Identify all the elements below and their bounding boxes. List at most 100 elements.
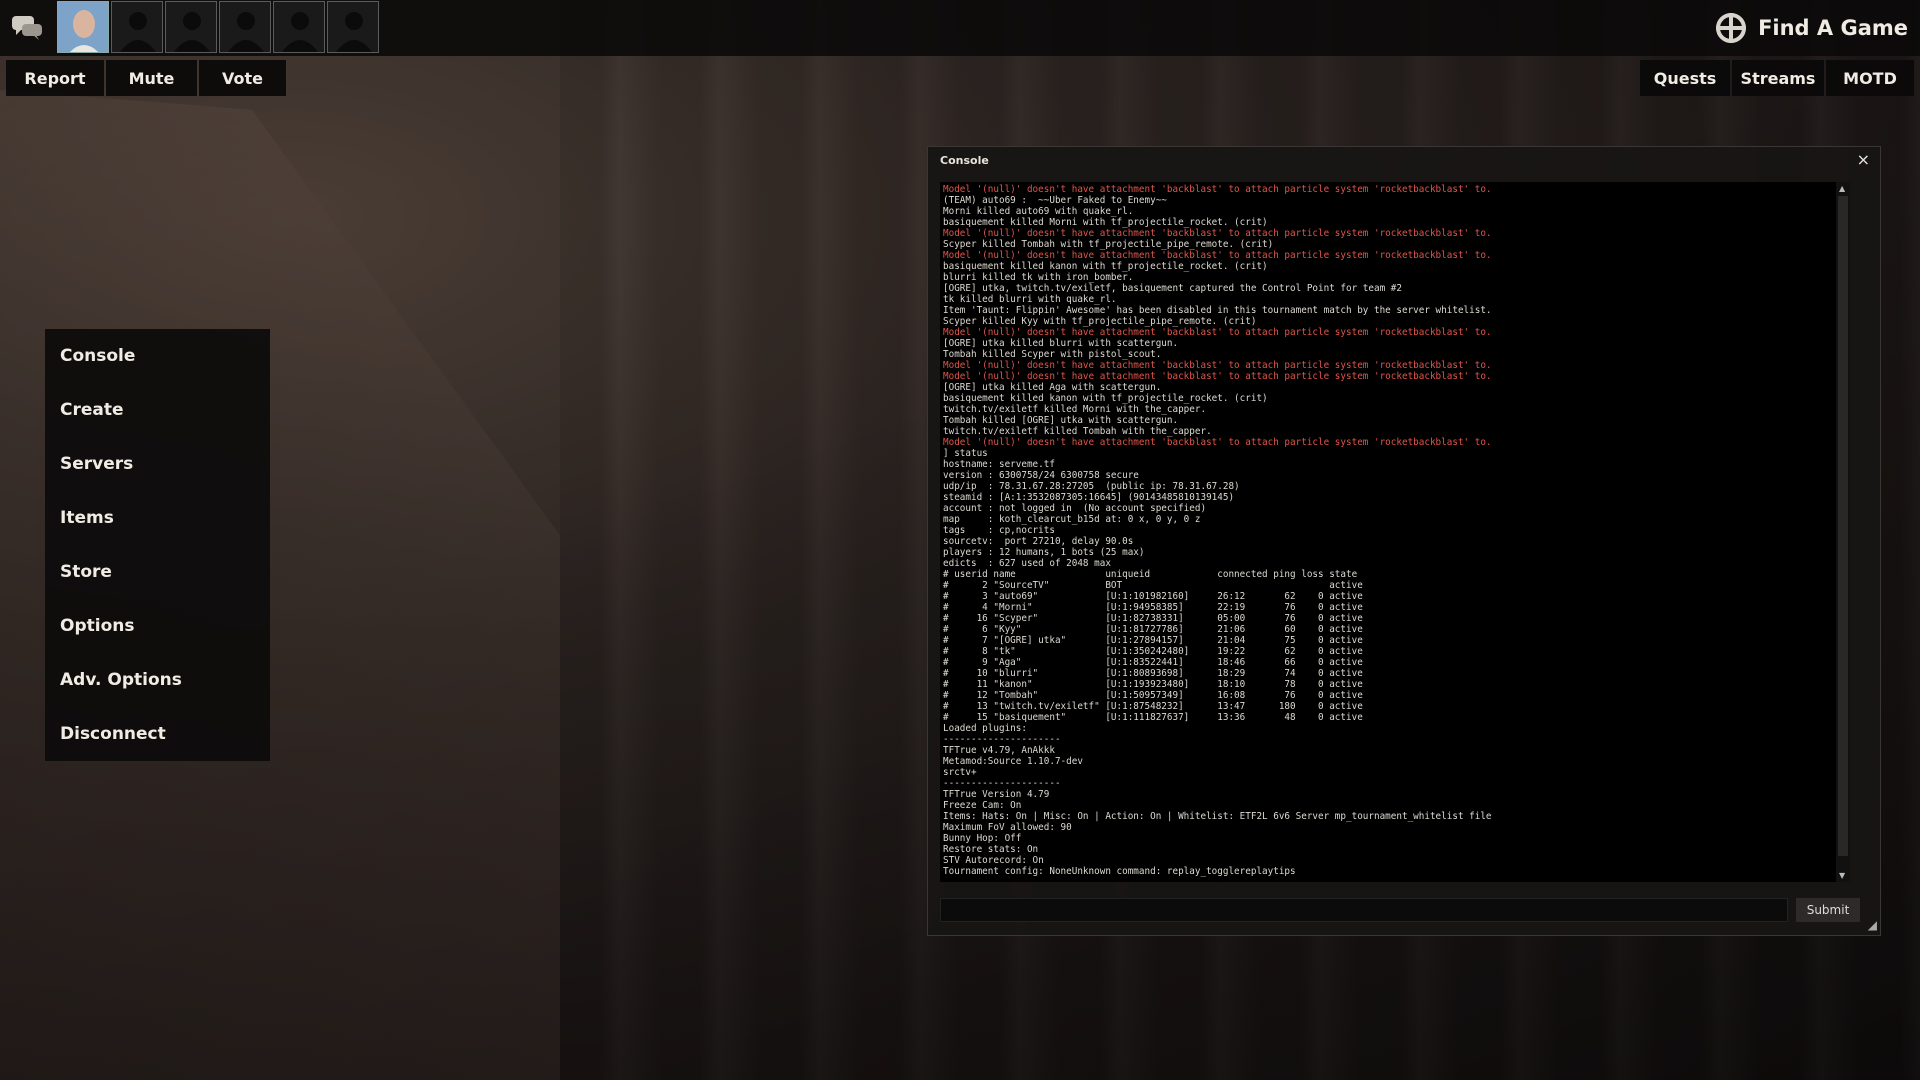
menu-item-console[interactable]: Console	[45, 329, 270, 383]
empty-party-slot-icon[interactable]	[111, 1, 163, 53]
console-command-input[interactable]	[940, 898, 1788, 922]
console-line: Items: Hats: On | Misc: On | Action: On …	[943, 811, 1492, 822]
console-line: Scyper killed Kyy with tf_projectile_pip…	[943, 316, 1257, 327]
console-line: Model '(null)' doesn't have attachment '…	[943, 360, 1492, 371]
console-line: twitch.tv/exiletf killed Tombah with the…	[943, 426, 1212, 437]
console-line: ---------------------	[943, 734, 1061, 745]
player-actions-bar: Report Mute Vote	[6, 60, 288, 96]
console-line: TFTrue v4.79, AnAkkk	[943, 745, 1055, 756]
console-line: basiquement killed Morni with tf_project…	[943, 217, 1268, 228]
console-line: Restore stats: On	[943, 844, 1039, 855]
console-line: [OGRE] utka, twitch.tv/exiletf, basiquem…	[943, 283, 1402, 294]
motd-button[interactable]: MOTD	[1826, 60, 1914, 96]
quests-button[interactable]: Quests	[1640, 60, 1730, 96]
main-menu: Console Create Servers Items Store Optio…	[45, 329, 270, 761]
info-bar: Quests Streams MOTD	[1640, 60, 1914, 96]
close-icon[interactable]: ×	[1857, 150, 1870, 169]
find-a-game-label: Find A Game	[1758, 16, 1908, 40]
console-line: ---------------------	[943, 778, 1061, 789]
scroll-down-icon[interactable]: ▼	[1839, 871, 1845, 880]
console-line: STV Autorecord: On	[943, 855, 1044, 866]
resize-grip-icon[interactable]: ◢	[1868, 918, 1877, 932]
console-scrollbar[interactable]: ▲ ▼	[1836, 182, 1850, 882]
console-line: # 7 "[OGRE] utka" [U:1:27894157] 21:04 7…	[943, 635, 1363, 646]
console-line: twitch.tv/exiletf killed Morni with the_…	[943, 404, 1207, 415]
console-line: Tournament config: NoneUnknown command: …	[943, 866, 1296, 877]
menu-item-store[interactable]: Store	[45, 545, 270, 599]
top-bar: Find A Game	[0, 0, 1920, 56]
console-line: account : not logged in (No account spec…	[943, 503, 1207, 514]
menu-item-options[interactable]: Options	[45, 599, 270, 653]
console-line: Maximum FoV allowed: 90	[943, 822, 1072, 833]
find-a-game-button[interactable]: Find A Game	[1716, 10, 1908, 46]
console-line: # 2 "SourceTV" BOT active	[943, 580, 1363, 591]
console-line: edicts : 627 used of 2048 max	[943, 558, 1111, 569]
console-line: tags : cp,nocrits	[943, 525, 1055, 536]
console-line: Bunny Hop: Off	[943, 833, 1022, 844]
console-line: # userid name uniqueid connected ping lo…	[943, 569, 1358, 580]
console-line: Model '(null)' doesn't have attachment '…	[943, 327, 1492, 338]
console-line: sourcetv: port 27210, delay 90.0s	[943, 536, 1134, 547]
menu-item-create[interactable]: Create	[45, 383, 270, 437]
console-line: Model '(null)' doesn't have attachment '…	[943, 228, 1492, 239]
console-line: (TEAM) auto69 : ~~Uber Faked to Enemy~~	[943, 195, 1167, 206]
scroll-up-icon[interactable]: ▲	[1839, 184, 1845, 193]
console-line: Item 'Taunt: Flippin' Awesome' has been …	[943, 305, 1492, 316]
console-line: version : 6300758/24 6300758 secure	[943, 470, 1139, 481]
menu-item-disconnect[interactable]: Disconnect	[45, 707, 270, 761]
console-line: basiquement killed kanon with tf_project…	[943, 261, 1268, 272]
console-line: Scyper killed Tombah with tf_projectile_…	[943, 239, 1274, 250]
console-line: # 3 "auto69" [U:1:101982160] 26:12 62 0 …	[943, 591, 1363, 602]
empty-party-slot-icon[interactable]	[327, 1, 379, 53]
console-line: Tombah killed Scyper with pistol_scout.	[943, 349, 1162, 360]
console-line: udp/ip : 78.31.67.28:27205 (public ip: 7…	[943, 481, 1240, 492]
mute-button[interactable]: Mute	[106, 60, 197, 96]
console-line: ] status	[943, 448, 988, 459]
console-title: Console	[940, 154, 989, 167]
console-line: hostname: serveme.tf	[943, 459, 1055, 470]
console-line: Model '(null)' doesn't have attachment '…	[943, 184, 1492, 195]
console-line: # 11 "kanon" [U:1:193923480] 18:10 78 0 …	[943, 679, 1363, 690]
console-line: blurri killed tk with iron_bomber.	[943, 272, 1134, 283]
player-avatar[interactable]	[57, 1, 109, 53]
chat-icon[interactable]	[8, 10, 46, 46]
console-line: # 16 "Scyper" [U:1:82738331] 05:00 76 0 …	[943, 613, 1363, 624]
vote-button[interactable]: Vote	[199, 60, 286, 96]
menu-item-adv-options[interactable]: Adv. Options	[45, 653, 270, 707]
empty-party-slot-icon[interactable]	[165, 1, 217, 53]
console-line: Model '(null)' doesn't have attachment '…	[943, 250, 1492, 261]
console-line: [OGRE] utka killed blurri with scattergu…	[943, 338, 1179, 349]
console-line: # 10 "blurri" [U:1:80893698] 18:29 74 0 …	[943, 668, 1363, 679]
streams-button[interactable]: Streams	[1732, 60, 1824, 96]
empty-party-slot-icon[interactable]	[219, 1, 271, 53]
submit-button[interactable]: Submit	[1796, 898, 1860, 922]
console-line: Metamod:Source 1.10.7-dev	[943, 756, 1083, 767]
tf2-logo-icon	[1716, 13, 1747, 43]
console-line: map : koth_clearcut_b15d at: 0 x, 0 y, 0…	[943, 514, 1201, 525]
console-line: Morni killed auto69 with quake_rl.	[943, 206, 1134, 217]
console-line: [OGRE] utka killed Aga with scattergun.	[943, 382, 1162, 393]
report-button[interactable]: Report	[6, 60, 104, 96]
console-line: tk killed blurri with quake_rl.	[943, 294, 1117, 305]
console-line: Tombah killed [OGRE] utka with scattergu…	[943, 415, 1179, 426]
console-line: players : 12 humans, 1 bots (25 max)	[943, 547, 1145, 558]
console-line: steamid : [A:1:3532087305:16645] (901434…	[943, 492, 1235, 503]
console-output[interactable]: Model '(null)' doesn't have attachment '…	[940, 182, 1850, 882]
menu-item-servers[interactable]: Servers	[45, 437, 270, 491]
console-line: # 9 "Aga" [U:1:83522441] 18:46 66 0 acti…	[943, 657, 1363, 668]
console-window[interactable]: Console × Model '(null)' doesn't have at…	[927, 146, 1881, 936]
menu-item-items[interactable]: Items	[45, 491, 270, 545]
scrollbar-thumb[interactable]	[1838, 196, 1848, 856]
console-line: # 8 "tk" [U:1:350242480] 19:22 62 0 acti…	[943, 646, 1363, 657]
console-log: Model '(null)' doesn't have attachment '…	[940, 182, 1850, 879]
console-line: Loaded plugins:	[943, 723, 1027, 734]
console-line: # 4 "Morni" [U:1:94958385] 22:19 76 0 ac…	[943, 602, 1363, 613]
console-line: basiquement killed kanon with tf_project…	[943, 393, 1268, 404]
console-line: Model '(null)' doesn't have attachment '…	[943, 371, 1492, 382]
console-line: srctv+	[943, 767, 977, 778]
console-line: # 15 "basiquement" [U:1:111827637] 13:36…	[943, 712, 1363, 723]
console-line: # 13 "twitch.tv/exiletf" [U:1:87548232] …	[943, 701, 1363, 712]
console-line: TFTrue Version 4.79	[943, 789, 1050, 800]
console-line: Freeze Cam: On	[943, 800, 1022, 811]
empty-party-slot-icon[interactable]	[273, 1, 325, 53]
